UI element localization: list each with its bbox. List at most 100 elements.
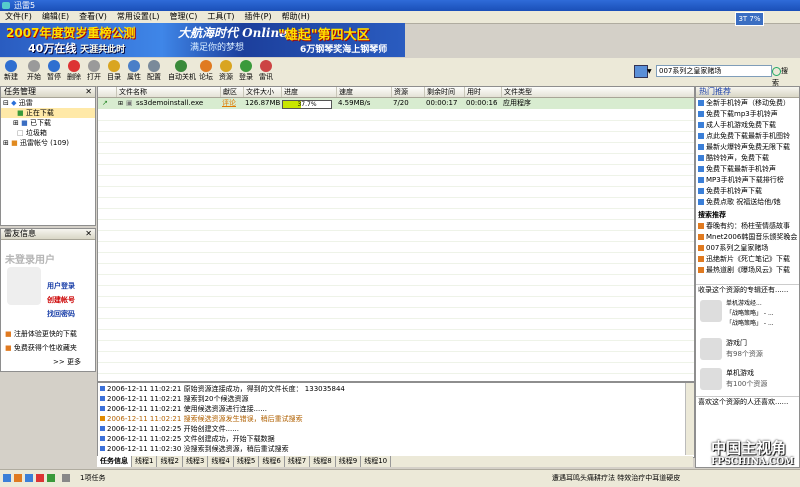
- status-icon[interactable]: [14, 474, 22, 482]
- status-icon[interactable]: [47, 474, 55, 482]
- auto-shutdown-button[interactable]: 自动关机: [168, 60, 196, 82]
- tree-item-trash[interactable]: □ 垃圾箱: [1, 128, 95, 138]
- delete-button[interactable]: 删除: [64, 60, 84, 82]
- menu-tools[interactable]: 工具(T): [202, 11, 239, 23]
- hot-item[interactable]: 点此免费下载最新手机图铃: [696, 131, 799, 142]
- col-elapsed[interactable]: 用时: [464, 87, 503, 97]
- speed-indicator[interactable]: 3T 7%: [735, 12, 764, 26]
- hot-item[interactable]: 最新火爆铃声免费无限下载: [696, 142, 799, 153]
- tab-thread-3[interactable]: 线程3: [183, 456, 209, 467]
- col-filename[interactable]: 文件名称: [116, 87, 219, 97]
- log-scrollbar[interactable]: [685, 383, 694, 455]
- status-icon[interactable]: [62, 474, 70, 482]
- search-item[interactable]: 007系列之皇家赌场: [696, 243, 799, 254]
- collect-title: 收录这个资源的专辑还有......: [696, 284, 799, 296]
- tree-item-downloaded[interactable]: ⊞ ■ 已下载: [1, 118, 95, 128]
- hot-item[interactable]: 免费手机铃声下载: [696, 186, 799, 197]
- tab-thread-5[interactable]: 线程5: [234, 456, 260, 467]
- col-speed[interactable]: 速度: [336, 87, 391, 97]
- resource-icon: [220, 60, 232, 72]
- start-button[interactable]: 开始: [24, 60, 44, 82]
- recommend-header: 热门推荐: [696, 87, 799, 98]
- log-line: 2006-12-11 11:02:30 没搜索到候选资源，稍后重试搜索: [100, 445, 289, 454]
- col-size[interactable]: 文件大小: [243, 87, 282, 97]
- login-button[interactable]: 登录: [236, 60, 256, 82]
- menu-view[interactable]: 查看(V): [74, 11, 112, 23]
- promo-register[interactable]: ■ 注册体验更快的下载: [5, 329, 77, 339]
- status-icon[interactable]: [36, 474, 44, 482]
- search-engine-icon[interactable]: [634, 65, 648, 78]
- col-progress[interactable]: 进度: [281, 87, 336, 97]
- search-item[interactable]: 最热道剧《曝场风云》下载: [696, 265, 799, 276]
- tree-item-thunder-account[interactable]: ⊞ ■ 迅雷帐兮 (109): [1, 138, 95, 148]
- empty-row: [98, 362, 694, 374]
- tab-task-info[interactable]: 任务信息: [97, 456, 132, 467]
- album-sub-item[interactable]: 「战略策略」 - ...: [726, 308, 774, 317]
- log-line: 2006-12-11 11:02:21 原始资源连接成功，得到的文件长度： 13…: [100, 385, 345, 394]
- status-ad-text[interactable]: 遭遇耳鸣头痛耕疗法 特效治疗中耳道硬皮: [552, 473, 680, 483]
- link-icon: [698, 155, 704, 161]
- search-input[interactable]: 007系列之皇家赌场: [656, 65, 772, 77]
- more-link[interactable]: >> 更多: [53, 357, 81, 367]
- row-zone-link[interactable]: 评论: [222, 98, 236, 109]
- col-filetype[interactable]: 文件类型: [501, 87, 564, 97]
- status-icon[interactable]: [3, 474, 11, 482]
- album-card[interactable]: 单机游戏 有100个资源: [696, 364, 799, 396]
- forum-button[interactable]: 论坛: [196, 60, 216, 82]
- menu-plugins[interactable]: 插件(P): [240, 11, 277, 23]
- hot-item[interactable]: 成人手机游戏免费下载: [696, 120, 799, 131]
- hot-item[interactable]: 酷铃铃声，免费下载: [696, 153, 799, 164]
- tab-thread-9[interactable]: 线程9: [336, 456, 362, 467]
- promo-favorites[interactable]: ■ 免费获得个性收藏夹: [5, 343, 77, 353]
- resource-button[interactable]: 资源: [216, 60, 236, 82]
- downloaded-icon: ■: [21, 119, 28, 127]
- col-status[interactable]: [98, 87, 116, 97]
- album-card[interactable]: 游戏门 有98个资源: [696, 334, 799, 364]
- album-sub-item[interactable]: 单机游戏经...: [726, 298, 762, 307]
- thunder-news-button[interactable]: 雷讯: [256, 60, 276, 82]
- tab-thread-10[interactable]: 线程10: [361, 456, 392, 467]
- create-account-link[interactable]: 创建帐号: [47, 295, 75, 305]
- hot-item[interactable]: MP3手机铃声下载排行榜: [696, 175, 799, 186]
- config-button[interactable]: 配置: [144, 60, 164, 82]
- close-icon[interactable]: ✕: [85, 87, 92, 97]
- col-remaining[interactable]: 剩余时间: [424, 87, 465, 97]
- pause-button[interactable]: 暂停: [44, 60, 64, 82]
- hot-item[interactable]: 全新手机铃声（移动免费）: [696, 98, 799, 109]
- tab-thread-2[interactable]: 线程2: [157, 456, 183, 467]
- chevron-down-icon[interactable]: ▼: [647, 68, 652, 75]
- search-item[interactable]: 迅绝新片《死亡笔记》下载: [696, 254, 799, 265]
- tab-thread-4[interactable]: 线程4: [208, 456, 234, 467]
- app-icon: [2, 2, 10, 9]
- open-button[interactable]: 打开: [84, 60, 104, 82]
- folder-button[interactable]: 目录: [104, 60, 124, 82]
- menu-help[interactable]: 帮助(H): [277, 11, 315, 23]
- search-item[interactable]: Mnet2006韩国音乐颁奖晚会: [696, 232, 799, 243]
- hot-item[interactable]: 免费下载mp3手机铃声: [696, 109, 799, 120]
- tab-thread-6[interactable]: 线程6: [259, 456, 285, 467]
- tab-thread-1[interactable]: 线程1: [132, 456, 158, 467]
- table-row[interactable]: ↗ ⊞ ▣ ss3demoinstall.exe 评论 126.87MB 37.…: [98, 98, 694, 109]
- menu-edit[interactable]: 编辑(E): [37, 11, 74, 23]
- login-link[interactable]: 用户登录: [47, 281, 75, 291]
- new-button[interactable]: 新建: [1, 60, 21, 82]
- search-item[interactable]: 春晚有约：杨柱莹情感故事: [696, 221, 799, 232]
- properties-button[interactable]: 属性: [124, 60, 144, 82]
- close-icon[interactable]: ✕: [85, 229, 92, 239]
- hot-item[interactable]: 免费下载最新手机铃声: [696, 164, 799, 175]
- status-icon[interactable]: [25, 474, 33, 482]
- menu-file[interactable]: 文件(F): [0, 11, 37, 23]
- col-zone[interactable]: 獻区: [220, 87, 243, 97]
- hot-item[interactable]: 免费点歌 祝福送给他/她: [696, 197, 799, 208]
- expand-icon[interactable]: ⊞: [118, 98, 123, 109]
- col-sources[interactable]: 资源: [391, 87, 424, 97]
- banner-ad[interactable]: 2007年度贺岁重榜公测 40万在线 天涯共此时 大航海时代 Online 满足…: [0, 23, 405, 57]
- tab-thread-7[interactable]: 线程7: [285, 456, 311, 467]
- find-password-link[interactable]: 找回密码: [47, 309, 75, 319]
- menu-manage[interactable]: 管理(C): [165, 11, 203, 23]
- menu-settings[interactable]: 常用设置(L): [112, 11, 165, 23]
- tree-item-downloading[interactable]: ■ 正在下载: [1, 108, 95, 118]
- tab-thread-8[interactable]: 线程8: [310, 456, 336, 467]
- tree-root-thunder[interactable]: ⊟ ◆ 迅雷: [1, 98, 95, 108]
- album-sub-item[interactable]: 「战略策略」 - ...: [726, 318, 774, 327]
